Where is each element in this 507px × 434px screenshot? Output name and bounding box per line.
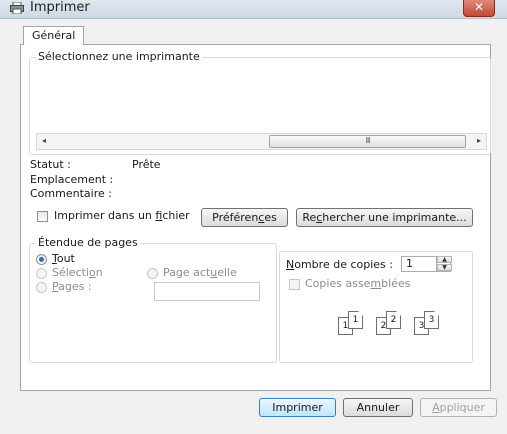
dialog-body: Général Sélectionnez une imprimante ◂ II… [0,19,507,434]
select-printer-group: Sélectionnez une imprimante ◂ III ▸ [29,50,491,155]
all-pages-label[interactable]: Tout [52,252,75,265]
printer-list[interactable] [36,72,484,128]
print-to-file-label[interactable]: Imprimer dans un fichier [54,209,190,222]
collate-page: 3 [424,311,439,329]
scroll-grip-icon: III [365,136,370,145]
printer-icon [10,2,24,14]
copies-accesskey: N [286,258,295,271]
cancel-button[interactable]: Annuler [343,398,413,417]
selection-accesskey: o [89,266,96,279]
current-page-radio[interactable] [147,268,158,279]
copies-value: 1 [406,257,413,270]
spin-up-icon[interactable]: ▲ [437,256,452,263]
pages-label[interactable]: Pages : [52,280,92,293]
tab-general[interactable]: Général [23,26,85,45]
copies-spinner[interactable]: ▲ ▼ [436,256,453,271]
print-to-file-label-before: Imprimer dans un [54,209,156,222]
collate-label-after: blées [381,277,411,290]
copies-label: Nombre de copies : [286,258,393,271]
collate-illustration: 1 1 2 2 3 3 [338,311,448,341]
scrollbar-thumb[interactable]: III [269,135,466,148]
comment-label: Commentaire : [30,187,112,200]
tab-panel-general: Sélectionnez une imprimante ◂ III ▸ Stat… [20,44,491,391]
collate-page: 1 [348,311,363,329]
selection-radio[interactable] [36,268,47,279]
scroll-right-icon[interactable]: ▸ [472,134,486,149]
window-title: Imprimer [30,0,90,15]
print-to-file-label-after: ichier [162,209,190,222]
current-page-label-before: Page act [163,266,211,279]
apply-button[interactable]: Appliquer [420,398,497,417]
print-button[interactable]: Imprimer [259,398,336,417]
current-page-label[interactable]: Page actuelle [163,266,237,279]
spin-down-icon[interactable]: ▼ [437,264,452,271]
preferences-label-after: es [264,211,277,224]
scroll-left-icon[interactable]: ◂ [37,134,51,149]
collate-accesskey: m [370,277,382,290]
pages-label-after: ages : [58,280,92,293]
collate-checkbox[interactable] [289,279,300,290]
apply-label-after: ppliquer [439,401,485,414]
close-icon: ✕ [473,0,485,14]
select-printer-legend: Sélectionnez une imprimante [36,50,202,63]
horizontal-scrollbar[interactable]: ◂ III ▸ [36,133,487,150]
location-label: Emplacement : [30,173,114,186]
all-pages-label-after: out [56,252,75,265]
collate-label-before: Copies asse [305,277,371,290]
find-printer-label-after: hercher une imprimante... [322,211,467,224]
selection-label[interactable]: Sélection [52,266,103,279]
preferences-label-before: Préféren [212,211,259,224]
find-printer-label-before: Re [302,211,317,224]
preferences-button[interactable]: Préférences [201,208,288,227]
status-value: Prête [132,158,161,171]
page-range-group: Étendue de pages Tout Sélection Page act… [29,236,277,363]
find-printer-button[interactable]: Rechercher une imprimante... [296,208,473,227]
selection-label-after: n [95,266,103,279]
pages-input[interactable] [154,282,260,301]
close-button[interactable]: ✕ [463,0,495,17]
selection-label-before: Sélecti [52,266,89,279]
copies-label-after: ombre de copies : [294,258,393,271]
all-pages-radio[interactable] [36,254,47,265]
copies-group: Nombre de copies : 1 ▲ ▼ Copies assemblé… [279,251,473,363]
collate-page: 2 [386,311,401,329]
tab-label: Général [32,29,76,42]
pages-radio[interactable] [36,282,47,293]
print-to-file-checkbox[interactable] [37,211,48,222]
current-page-label-after: elle [217,266,237,279]
status-label: Statut : [30,158,71,171]
page-range-legend: Étendue de pages [36,236,140,249]
collate-label[interactable]: Copies assemblées [305,277,410,290]
apply-accesskey: A [432,401,440,414]
title-bar: Imprimer ✕ [0,0,507,19]
